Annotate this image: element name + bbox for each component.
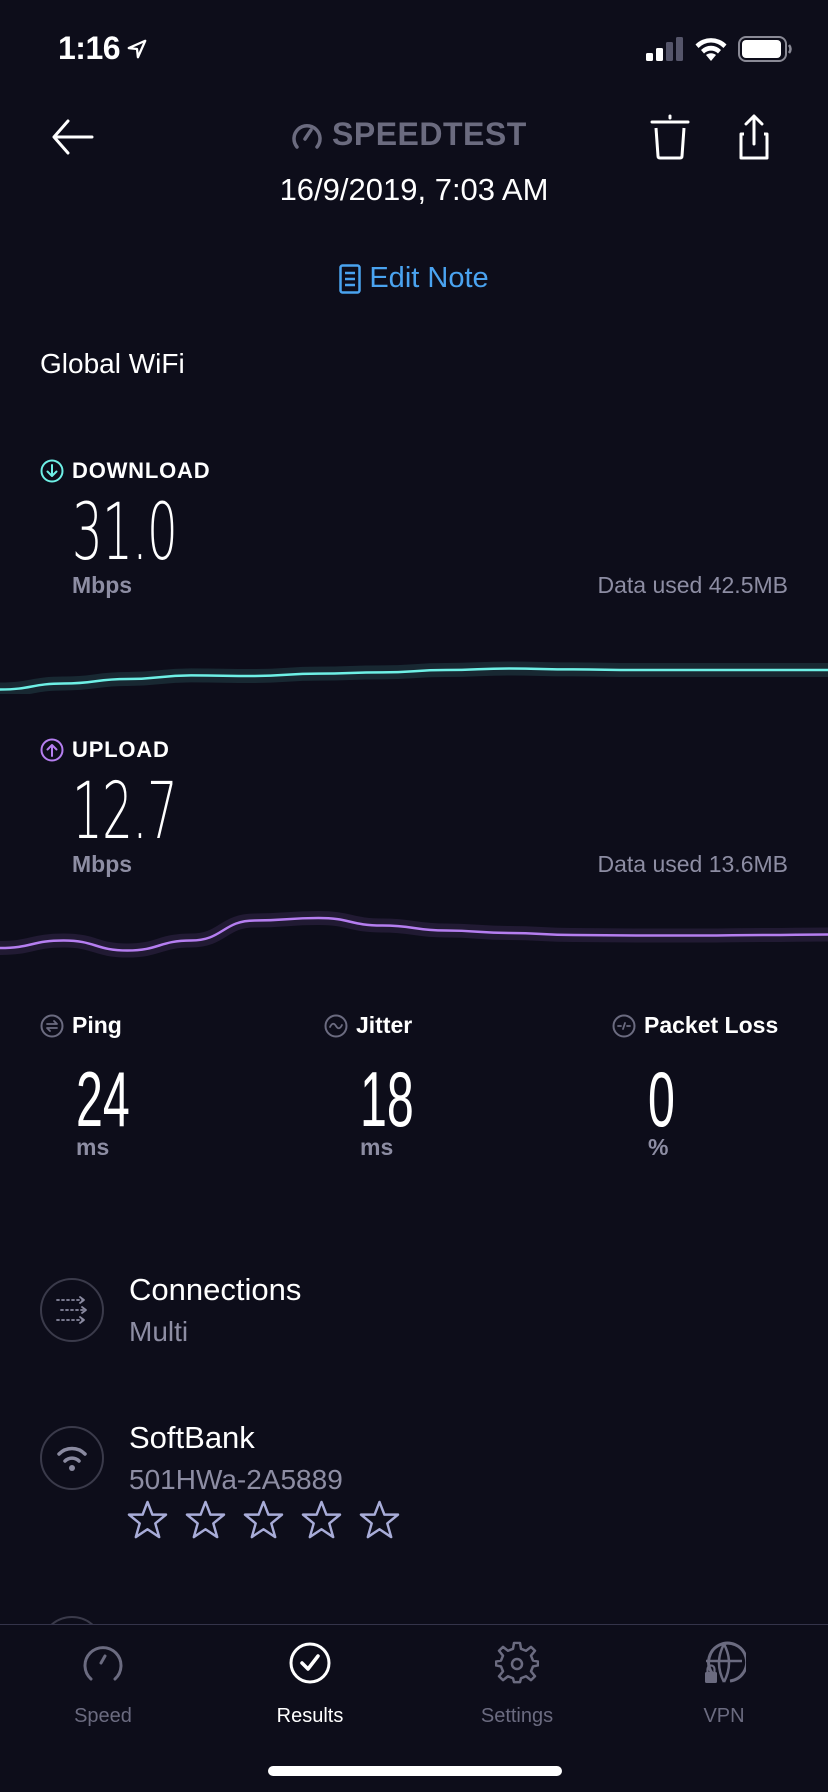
jitter-icon bbox=[324, 1014, 348, 1037]
metric-title: Jitter bbox=[356, 1012, 413, 1038]
speedometer-icon bbox=[292, 123, 322, 149]
provider-name: SoftBank bbox=[129, 1420, 255, 1455]
star-icon[interactable] bbox=[127, 1500, 168, 1539]
location-arrow-icon bbox=[127, 39, 147, 59]
provider-rating bbox=[127, 1500, 400, 1539]
check-circle-icon bbox=[289, 1642, 331, 1684]
metric-packet-loss: Packet Loss 0 % bbox=[612, 1012, 779, 1160]
connections-value: Multi bbox=[129, 1316, 189, 1347]
metric-value: 18 bbox=[360, 1055, 414, 1143]
network-name: Global WiFi bbox=[40, 348, 185, 379]
download-title: DOWNLOAD bbox=[72, 458, 211, 483]
share-button[interactable] bbox=[730, 108, 778, 164]
logo-text: SPEEDTEST bbox=[332, 116, 527, 152]
gear-icon bbox=[495, 1641, 539, 1684]
upload-title: UPLOAD bbox=[72, 737, 170, 762]
tab-results[interactable]: Results bbox=[220, 1641, 400, 1728]
upload-header: UPLOAD bbox=[40, 737, 170, 763]
metric-title: Ping bbox=[72, 1012, 122, 1038]
arrow-down-circle-icon bbox=[40, 459, 64, 483]
edit-note-button[interactable]: Edit Note bbox=[0, 262, 828, 295]
speedometer-icon bbox=[83, 1646, 123, 1681]
download-header: DOWNLOAD bbox=[40, 458, 210, 484]
download-graph bbox=[0, 661, 828, 694]
star-icon[interactable] bbox=[359, 1500, 400, 1539]
provider-wifi-icon bbox=[40, 1426, 104, 1490]
metric-jitter: Jitter 18 ms bbox=[324, 1012, 414, 1160]
multi-connection-icon bbox=[40, 1278, 104, 1342]
star-icon[interactable] bbox=[185, 1500, 226, 1539]
speedtest-logo: SPEEDTEST bbox=[290, 116, 527, 153]
tab-speed[interactable]: Speed bbox=[13, 1641, 193, 1728]
metric-value: 24 bbox=[76, 1055, 130, 1143]
download-value: 31.0 bbox=[72, 488, 178, 578]
next-row-icon bbox=[40, 1616, 104, 1624]
delete-button[interactable] bbox=[646, 108, 694, 164]
metric-value: 0 bbox=[648, 1055, 675, 1143]
latency-metrics: Ping 24 ms Jitter 18 ms Packet Loss 0 % bbox=[0, 1012, 828, 1172]
connections-title: Connections bbox=[129, 1272, 302, 1307]
metric-title: Packet Loss bbox=[644, 1012, 779, 1038]
tab-label: VPN bbox=[703, 1705, 745, 1727]
back-button[interactable] bbox=[48, 112, 98, 162]
upload-graph bbox=[0, 910, 828, 958]
metric-unit: ms bbox=[360, 1134, 394, 1160]
edit-note-label: Edit Note bbox=[369, 262, 489, 294]
tab-label: Settings bbox=[480, 1705, 554, 1727]
metric-unit: % bbox=[648, 1134, 669, 1160]
next-row-partially-hidden bbox=[40, 1612, 828, 1624]
star-icon[interactable] bbox=[243, 1500, 284, 1539]
cellular-signal-icon bbox=[646, 37, 683, 61]
provider-server: 501HWa-2A5889 bbox=[129, 1464, 343, 1495]
metric-unit: ms bbox=[76, 1134, 110, 1160]
upload-value: 12.7 bbox=[72, 767, 178, 857]
tab-settings[interactable]: Settings bbox=[427, 1641, 607, 1728]
status-indicators bbox=[646, 36, 792, 62]
tab-label: Speed bbox=[74, 1705, 132, 1727]
header: SPEEDTEST 16/9/2019, 7:03 AM bbox=[0, 100, 828, 220]
packet-loss-icon bbox=[612, 1014, 636, 1037]
home-indicator[interactable] bbox=[268, 1766, 562, 1776]
star-icon[interactable] bbox=[301, 1500, 342, 1539]
status-time: 1:16 bbox=[58, 30, 121, 66]
note-icon bbox=[339, 263, 362, 294]
wifi-icon bbox=[695, 38, 727, 61]
arrow-up-circle-icon bbox=[40, 738, 64, 762]
metric-ping: Ping 24 ms bbox=[40, 1012, 130, 1160]
tab-vpn[interactable]: VPN bbox=[634, 1641, 814, 1728]
globe-lock-icon bbox=[705, 1641, 746, 1683]
battery-icon bbox=[738, 36, 792, 62]
tab-label: Results bbox=[276, 1705, 344, 1727]
test-date: 16/9/2019, 7:03 AM bbox=[279, 172, 549, 207]
status-bar: 1:16 bbox=[0, 0, 828, 100]
ping-icon bbox=[40, 1014, 64, 1037]
